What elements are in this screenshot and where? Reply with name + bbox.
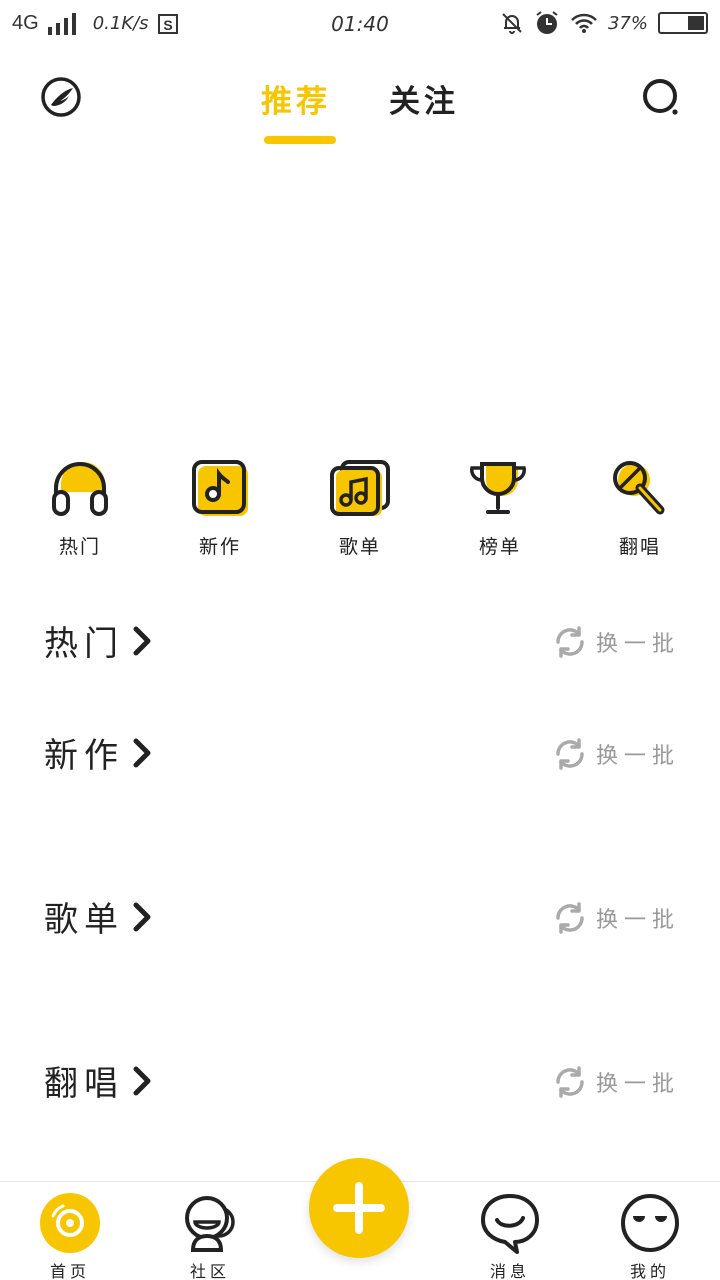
battery-fill bbox=[688, 16, 704, 30]
section-title: 热门 bbox=[44, 624, 124, 664]
section-title-link[interactable]: 歌单 bbox=[44, 892, 156, 941]
plus-icon bbox=[333, 1182, 385, 1234]
category-label: 热门 bbox=[58, 536, 101, 558]
section-title: 新作 bbox=[44, 736, 124, 776]
search-icon[interactable] bbox=[640, 76, 682, 118]
microphone-icon bbox=[613, 461, 665, 515]
category-new[interactable]: 新作 bbox=[170, 458, 270, 559]
alarm-icon bbox=[536, 11, 558, 34]
section-playlist: 歌单 换一批 bbox=[0, 886, 720, 946]
section-new: 新作 换一批 bbox=[0, 722, 720, 782]
refresh-icon bbox=[556, 902, 584, 934]
refresh-icon bbox=[556, 1066, 584, 1098]
nav-community[interactable]: 社区 bbox=[160, 1192, 260, 1280]
nav-label: 社区 bbox=[189, 1262, 230, 1280]
playlist-icon bbox=[330, 460, 390, 516]
headphones-icon bbox=[52, 462, 108, 516]
status-right: 37% bbox=[500, 10, 708, 36]
chevron-right-icon bbox=[133, 902, 151, 931]
chevron-right-icon bbox=[133, 738, 151, 767]
category-chart[interactable]: 榜单 bbox=[450, 458, 550, 559]
refresh-button[interactable]: 换一批 bbox=[552, 1064, 680, 1100]
active-tab-indicator bbox=[264, 136, 336, 144]
section-title-link[interactable]: 新作 bbox=[44, 728, 156, 777]
refresh-label: 换一批 bbox=[595, 1072, 680, 1097]
section-title: 歌单 bbox=[44, 900, 124, 940]
refresh-button[interactable]: 换一批 bbox=[552, 900, 680, 936]
refresh-label: 换一批 bbox=[595, 632, 680, 657]
disc-icon bbox=[40, 1193, 100, 1253]
refresh-button[interactable]: 换一批 bbox=[552, 624, 680, 660]
refresh-label: 换一批 bbox=[595, 744, 680, 769]
bell-off-icon bbox=[502, 13, 522, 34]
category-cover[interactable]: 翻唱 bbox=[590, 458, 690, 559]
top-tabs: 推荐 关注 bbox=[0, 76, 720, 121]
battery-icon bbox=[658, 12, 708, 34]
chevron-right-icon bbox=[133, 1066, 151, 1095]
category-label: 翻唱 bbox=[618, 536, 661, 558]
section-hot: 热门 换一批 bbox=[0, 610, 720, 670]
tab-following[interactable]: 关注 bbox=[389, 76, 459, 121]
music-note-icon bbox=[192, 460, 248, 516]
nav-label: 首页 bbox=[49, 1262, 90, 1280]
nav-messages[interactable]: 消息 bbox=[460, 1192, 560, 1280]
nav-profile[interactable]: 我的 bbox=[600, 1192, 700, 1280]
section-title-link[interactable]: 翻唱 bbox=[44, 1056, 156, 1105]
category-label: 歌单 bbox=[338, 536, 381, 558]
section-title: 翻唱 bbox=[44, 1064, 124, 1104]
category-hot[interactable]: 热门 bbox=[30, 458, 130, 559]
chevron-right-icon bbox=[133, 626, 151, 655]
nav-label: 我的 bbox=[629, 1262, 670, 1280]
category-row: 热门 新作 歌单 榜单 翻唱 bbox=[0, 458, 720, 559]
community-icon bbox=[185, 1196, 235, 1252]
refresh-button[interactable]: 换一批 bbox=[552, 736, 680, 772]
tab-recommend[interactable]: 推荐 bbox=[261, 76, 331, 121]
trophy-icon bbox=[470, 462, 526, 514]
top-header: 推荐 关注 bbox=[0, 60, 720, 150]
category-label: 榜单 bbox=[478, 536, 521, 558]
refresh-icon bbox=[556, 738, 584, 770]
nav-home[interactable]: 首页 bbox=[20, 1192, 120, 1280]
section-cover: 翻唱 换一批 bbox=[0, 1050, 720, 1110]
section-title-link[interactable]: 热门 bbox=[44, 616, 156, 665]
status-bar: 4G 0.1K/s S 01:40 37% bbox=[0, 0, 720, 50]
refresh-label: 换一批 bbox=[595, 908, 680, 933]
message-icon bbox=[481, 1194, 539, 1254]
nav-label: 消息 bbox=[489, 1262, 530, 1280]
category-playlist[interactable]: 歌单 bbox=[310, 458, 410, 559]
refresh-icon bbox=[556, 626, 584, 658]
create-button[interactable] bbox=[309, 1158, 409, 1258]
wifi-icon bbox=[571, 13, 597, 33]
category-label: 新作 bbox=[198, 536, 241, 558]
profile-icon bbox=[621, 1194, 679, 1252]
battery-percent: 37% bbox=[607, 12, 648, 34]
